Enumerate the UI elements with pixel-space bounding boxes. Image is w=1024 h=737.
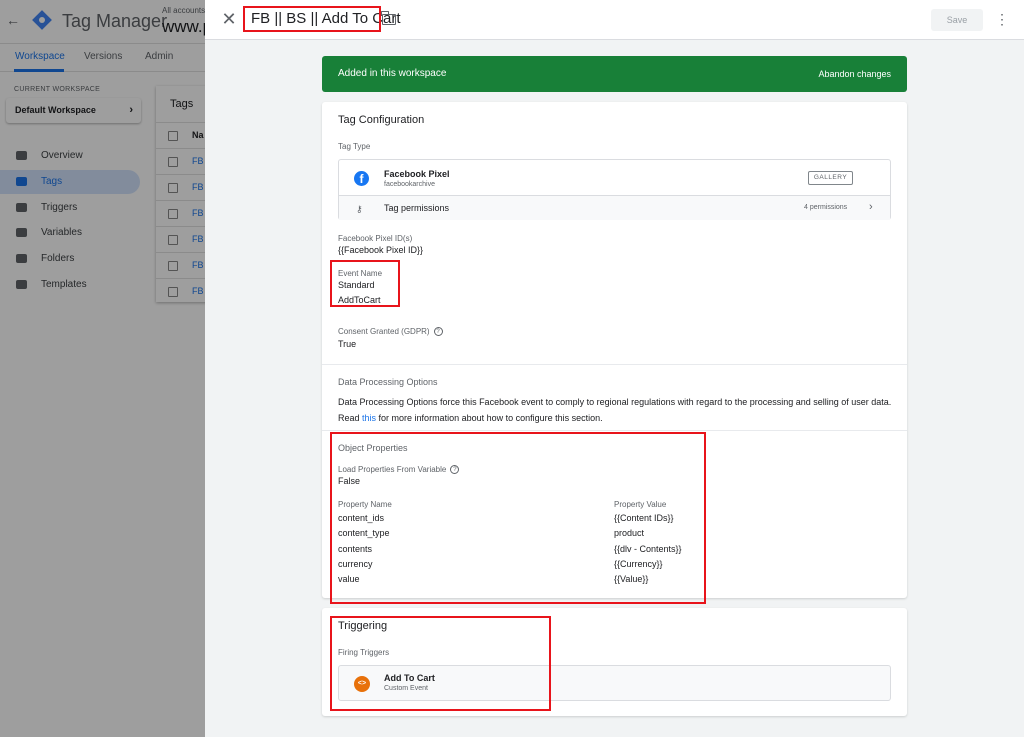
banner-text: Added in this workspace xyxy=(338,68,447,79)
pixel-id-value: {{Facebook Pixel ID}} xyxy=(338,245,424,255)
tag-type-publisher: facebookarchive xyxy=(384,181,435,188)
annotation-box-triggering xyxy=(330,616,551,711)
tag-permissions-row[interactable]: ⚷ Tag permissions 4 permissions › xyxy=(339,195,890,220)
save-button[interactable]: Save xyxy=(931,9,983,31)
tag-editor-panel: ✕ FB || BS || Add To Cart Save ⋮ Added i… xyxy=(205,0,1024,737)
tag-configuration-title: Tag Configuration xyxy=(338,114,425,126)
more-vert-icon[interactable]: ⋮ xyxy=(995,8,1009,32)
dpo-title: Data Processing Options xyxy=(338,377,438,387)
consent-value: True xyxy=(338,339,357,349)
consent-label: Consent Granted (GDPR)? xyxy=(338,327,443,337)
section-divider xyxy=(322,430,907,431)
pixel-id-label: Facebook Pixel ID(s) xyxy=(338,234,413,243)
consent-label-text: Consent Granted (GDPR) xyxy=(338,327,430,336)
section-divider xyxy=(322,364,907,365)
tag-type-name: Facebook Pixel xyxy=(384,169,450,179)
facebook-icon: f xyxy=(354,171,369,186)
key-icon: ⚷ xyxy=(356,204,363,214)
folder-icon[interactable] xyxy=(381,11,396,25)
tag-type-label: Tag Type xyxy=(338,142,371,151)
permissions-count: 4 permissions xyxy=(804,204,848,211)
abandon-changes-link[interactable]: Abandon changes xyxy=(818,69,891,79)
help-icon[interactable]: ? xyxy=(433,327,443,337)
gallery-button[interactable]: GALLERY xyxy=(808,171,853,185)
workspace-status-banner: Added in this workspace Abandon changes xyxy=(322,56,907,92)
annotation-box-event-name xyxy=(330,260,400,307)
annotation-box-object-properties xyxy=(330,432,706,604)
dpo-text-after: for more information about how to config… xyxy=(376,413,603,423)
chevron-right-icon: › xyxy=(869,201,873,213)
dpo-description: Data Processing Options force this Faceb… xyxy=(338,394,893,426)
tag-type-box[interactable]: f Facebook Pixel facebookarchive GALLERY… xyxy=(338,159,891,220)
dpo-info-link[interactable]: this xyxy=(362,413,376,423)
annotation-box-tag-name xyxy=(243,6,381,32)
close-icon[interactable]: ✕ xyxy=(219,9,239,29)
tag-permissions-label: Tag permissions xyxy=(384,203,450,213)
